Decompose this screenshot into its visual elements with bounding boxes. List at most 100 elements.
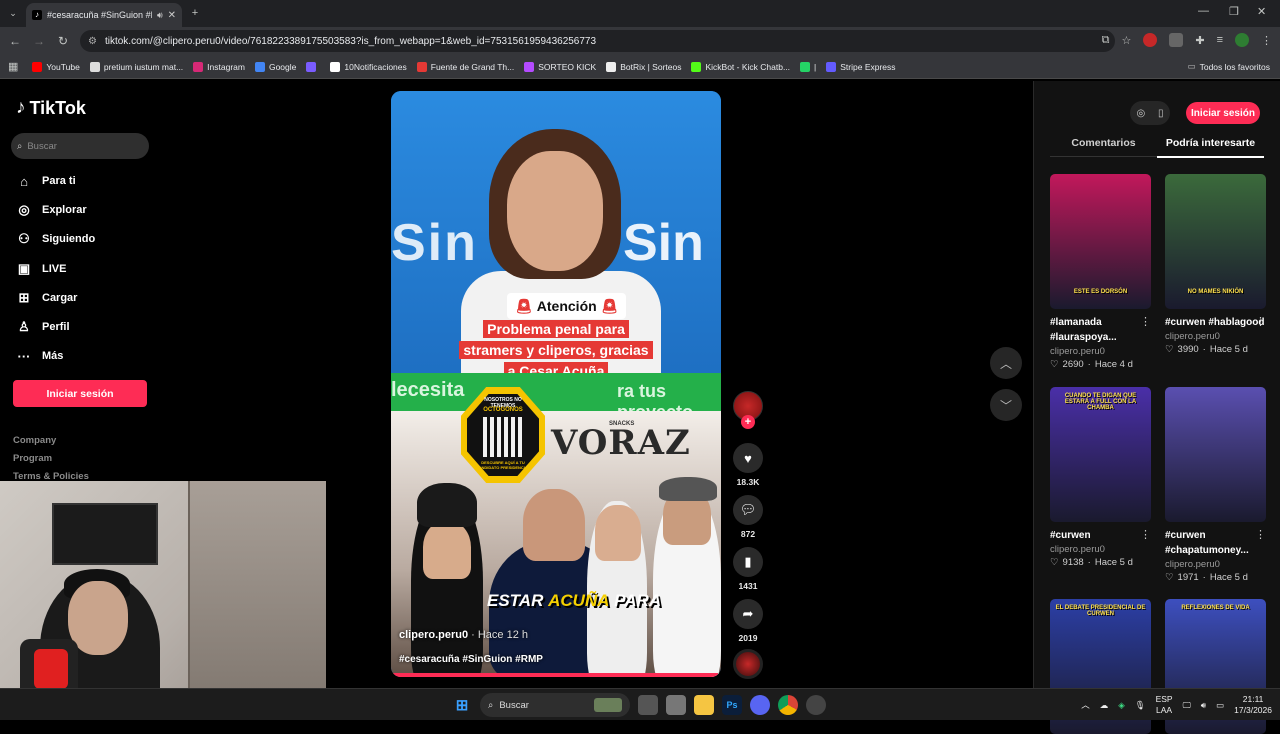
apps-grid-icon[interactable]: ▦	[8, 60, 18, 73]
card-author[interactable]: clipero.peru0	[1165, 559, 1266, 570]
task-view-icon[interactable]	[638, 695, 658, 715]
nav-profile[interactable]: ♙ Perfil	[16, 319, 69, 335]
bookmark-item[interactable]: YouTube	[32, 61, 80, 72]
video-thumbnail[interactable]: NO MAMES NIKIÓN	[1165, 174, 1266, 309]
follow-plus-icon[interactable]: +	[741, 415, 755, 429]
bookmark-item[interactable]: Fuente de Grand Th...	[416, 61, 514, 72]
nav-upload[interactable]: ⊞ Cargar	[16, 290, 78, 306]
security-icon[interactable]: ◈	[1118, 700, 1125, 711]
music-disc-icon[interactable]	[733, 649, 763, 679]
all-bookmarks[interactable]: ▭ Todos los favoritos	[1188, 61, 1270, 72]
video-hashtags[interactable]: #cesaracuña #SinGuion #RMP	[399, 654, 543, 665]
video-thumbnail[interactable]: CUANDO TE DIGAN QUE ESTARÁ A FULL CON LA…	[1050, 387, 1151, 522]
bookmark-icon[interactable]: ▮	[733, 547, 763, 577]
video-thumbnail[interactable]	[1165, 387, 1266, 522]
network-icon[interactable]: 🖵︎	[1183, 700, 1191, 711]
install-app-icon[interactable]: ⧉	[1102, 33, 1110, 47]
extension-gray-icon[interactable]	[1169, 33, 1184, 47]
suggested-video-card[interactable]: CUANDO TE DIGAN QUE ESTARÁ A FULL CON LA…	[1050, 387, 1151, 568]
tray-chevron-icon[interactable]: ︿	[1081, 699, 1090, 711]
like-action[interactable]: ♥ 18.3K	[733, 443, 763, 487]
suggested-video-card[interactable]: ESTE ES DORSÓN #lamanada #lauraspoya... cl…	[1050, 174, 1151, 370]
chrome-icon[interactable]	[778, 695, 798, 715]
close-window-icon[interactable]: ✕	[1257, 5, 1266, 18]
speaker-icon[interactable]: 🔊︎	[157, 10, 163, 21]
minimize-icon[interactable]: —	[1198, 5, 1209, 17]
bookmark-item[interactable]: SORTEO KICK	[524, 61, 596, 72]
tiktok-logo[interactable]: ♪ TikTok	[16, 97, 86, 119]
microphone-icon[interactable]: 🎙︎	[1135, 700, 1146, 711]
extension-red-icon[interactable]	[1143, 33, 1158, 47]
device-icon[interactable]: ▯	[1158, 108, 1164, 119]
card-more-icon[interactable]: ⋮	[1255, 528, 1266, 541]
login-button[interactable]: Iniciar sesión	[13, 380, 147, 407]
profile-avatar[interactable]	[1235, 33, 1249, 47]
heart-icon[interactable]: ♥	[733, 443, 763, 473]
bookmark-item[interactable]: Google	[254, 61, 296, 72]
nav-live[interactable]: ▣ LIVE	[16, 261, 67, 277]
comment-icon[interactable]: 💬︎	[733, 495, 763, 525]
search-input[interactable]: ⌕ Buscar	[11, 133, 149, 159]
forward-icon[interactable]: →	[32, 34, 46, 48]
bookmark-item[interactable]: 10Notificaciones	[330, 61, 407, 72]
video-author[interactable]: clipero.peru0 · Hace 12 h	[399, 629, 528, 641]
battery-icon[interactable]: ▭	[1216, 700, 1224, 711]
clock[interactable]: 21:11 17/3/2026	[1234, 694, 1272, 716]
card-more-icon[interactable]: ⋮	[1140, 315, 1151, 328]
bookmark-item[interactable]: BotRix | Sorteos	[606, 61, 681, 72]
nav-more[interactable]: ··· Más	[16, 348, 64, 364]
video-progress-bar[interactable]	[391, 673, 721, 677]
media-control-icon[interactable]: ≡	[1217, 33, 1223, 47]
restore-icon[interactable]: ❐	[1229, 5, 1239, 18]
new-tab-icon[interactable]: +	[188, 6, 202, 20]
nav-for-you[interactable]: ⌂ Para ti	[16, 173, 76, 189]
bookmark-star-icon[interactable]: ☆	[1121, 33, 1131, 47]
footer-program[interactable]: Program	[13, 453, 52, 464]
header-login-button[interactable]: Iniciar sesión	[1186, 102, 1260, 124]
previous-video-button[interactable]: ︿	[990, 347, 1022, 379]
tab-comments[interactable]: Comentarios	[1050, 137, 1157, 156]
reload-icon[interactable]: ↻	[56, 34, 70, 48]
bookmark-item[interactable]: |	[800, 61, 816, 72]
author-name[interactable]: clipero.peru0	[399, 629, 468, 641]
taskbar-search[interactable]: ⌕ Buscar	[480, 693, 630, 717]
extensions-puzzle-icon[interactable]: ✚	[1195, 33, 1204, 47]
bookmark-item[interactable]: Instagram	[193, 61, 245, 72]
save-action[interactable]: ▮ 1431	[733, 547, 763, 591]
share-action[interactable]: ➦ 2019	[733, 599, 763, 643]
video-player[interactable]: Sin Sin 🚨︎ Atención 🚨︎ Problema penal pa…	[391, 91, 721, 677]
app-icon[interactable]	[806, 695, 826, 715]
close-tab-icon[interactable]: ✕	[168, 10, 176, 21]
site-info-icon[interactable]: ⚙	[88, 36, 97, 47]
card-author[interactable]: clipero.peru0	[1165, 331, 1266, 342]
suggested-video-card[interactable]: NO MAMES NIKIÓN #curwen #hablagood clipero…	[1165, 174, 1266, 355]
next-video-button[interactable]: ﹀	[990, 389, 1022, 421]
card-more-icon[interactable]: ⋮	[1255, 315, 1266, 328]
comment-action[interactable]: 💬︎ 872	[733, 495, 763, 539]
card-author[interactable]: clipero.peru0	[1050, 544, 1151, 555]
volume-icon[interactable]: 🔊︎	[1201, 700, 1206, 711]
bookmark-item[interactable]: pretium iustum mat...	[89, 61, 183, 72]
photoshop-icon[interactable]: Ps	[722, 695, 742, 715]
footer-company[interactable]: Company	[13, 435, 56, 446]
card-author[interactable]: clipero.peru0	[1050, 346, 1151, 357]
compass-small-icon[interactable]: ◎	[1136, 108, 1145, 119]
bookmark-item[interactable]: KickBot - Kick Chatb...	[691, 61, 790, 72]
language-indicator[interactable]: ESP LAA	[1156, 694, 1173, 716]
share-icon[interactable]: ➦	[733, 599, 763, 629]
nav-following[interactable]: ⚇ Siguiendo	[16, 231, 95, 247]
tab-list-icon[interactable]: ⌄	[6, 6, 20, 20]
video-thumbnail[interactable]: ESTE ES DORSÓN	[1050, 174, 1151, 309]
browser-tab[interactable]: ♪ #cesaracuña #SinGuion #RI 🔊︎ ✕	[26, 3, 182, 27]
bookmark-item[interactable]	[306, 61, 320, 72]
discord-icon[interactable]	[750, 695, 770, 715]
app-icon[interactable]	[666, 695, 686, 715]
file-explorer-icon[interactable]	[694, 695, 714, 715]
url-input[interactable]: ⚙ tiktok.com/@clipero.peru0/video/761822…	[80, 30, 1115, 52]
tab-suggestions[interactable]: Podría interesarte	[1157, 137, 1264, 158]
card-more-icon[interactable]: ⋮	[1140, 528, 1151, 541]
menu-kebab-icon[interactable]: ⋮	[1261, 33, 1272, 47]
back-icon[interactable]: ←	[8, 34, 22, 48]
cloud-icon[interactable]: ☁	[1100, 700, 1109, 711]
nav-explore[interactable]: ◎ Explorar	[16, 202, 86, 218]
